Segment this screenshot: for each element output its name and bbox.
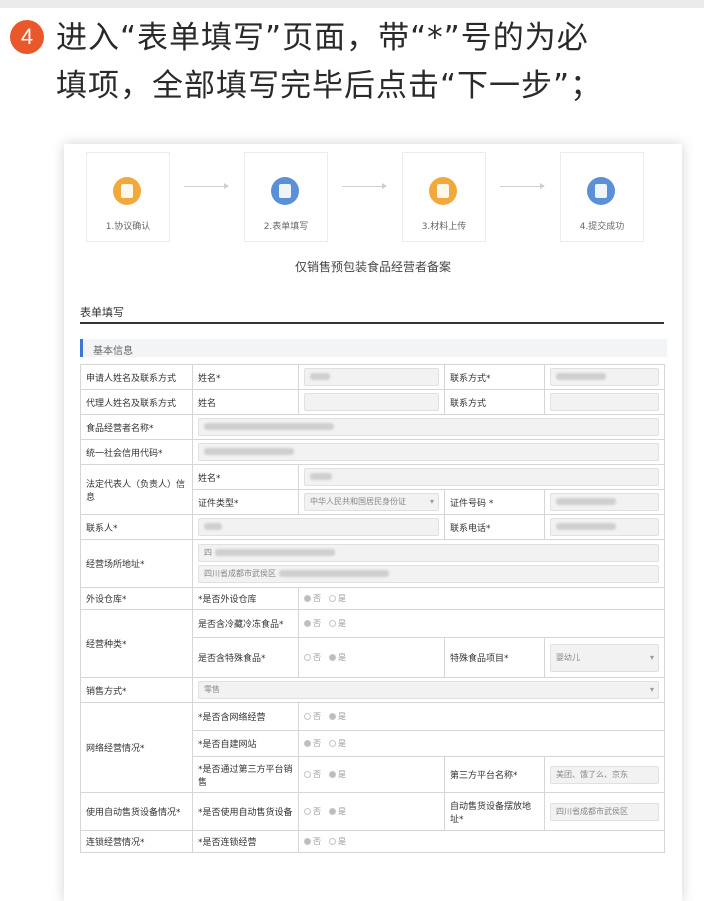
- applicant-name-input[interactable]: [304, 368, 439, 386]
- field-label: 特殊食品项目*: [444, 637, 545, 678]
- agent-contact-input[interactable]: [550, 393, 659, 411]
- third-party-name-input[interactable]: 美团、饿了么、京东: [550, 765, 659, 784]
- form-table: 申请人姓名及联系方式 姓名* 联系方式* 代理人姓名及联系方式 姓名 联系方式 …: [80, 364, 665, 853]
- field-label: 联系电话*: [444, 514, 545, 540]
- step-agreement[interactable]: 1.协议确认: [86, 152, 170, 242]
- own-site-radio[interactable]: 否 是: [304, 739, 346, 748]
- step-arrow: [500, 183, 545, 189]
- step-label: 1.协议确认: [105, 222, 151, 232]
- field-label: *是否自建网站: [192, 730, 299, 757]
- contact-phone-input[interactable]: [550, 518, 659, 536]
- step-number-badge: 4: [10, 20, 44, 54]
- step-submit[interactable]: 4.提交成功: [560, 152, 644, 242]
- row-label: 代理人姓名及联系方式: [80, 389, 193, 415]
- subsection-title: 基本信息: [93, 346, 133, 357]
- instruction-text: 进入“表单填写”页面，带“*”号的为必 填项，全部填写完毕后点击“下一步”；: [56, 14, 676, 110]
- section-title: 表单填写: [80, 306, 124, 319]
- contact-person-input[interactable]: [198, 518, 439, 536]
- row-label: 经营种类*: [80, 609, 193, 678]
- field-label: *是否连锁经营: [192, 830, 299, 853]
- vending-radio[interactable]: 否 是: [304, 807, 346, 816]
- field-label: *是否含网络经营: [192, 702, 299, 731]
- address-line-1-input[interactable]: 四: [198, 544, 659, 562]
- chain-radio[interactable]: 否 是: [304, 837, 346, 846]
- sale-mode-select[interactable]: 零售: [198, 681, 659, 699]
- field-label: 姓名*: [192, 464, 299, 490]
- special-food-radio[interactable]: 否 是: [304, 653, 346, 662]
- table-row: 使用自动售货设备情况* *是否使用自动售货设备 否 是 自动售货设备摆放地址* …: [80, 792, 665, 831]
- row-label: 联系人*: [80, 514, 193, 540]
- table-row: 联系人* 联系电话*: [80, 514, 665, 540]
- field-label: *是否使用自动售货设备: [192, 792, 299, 831]
- table-row: 食品经营者名称*: [80, 414, 665, 440]
- page-title: 仅销售预包装食品经营者备案: [294, 260, 451, 274]
- upload-icon: [429, 177, 457, 205]
- id-number-input[interactable]: [550, 493, 659, 511]
- applicant-contact-input[interactable]: [550, 368, 659, 386]
- top-bar: [0, 0, 704, 8]
- field-label: 证件号码 *: [444, 489, 545, 515]
- instruction-line-1: 进入“表单填写”页面，带“*”号的为必: [56, 20, 589, 56]
- row-label: 统一社会信用代码*: [80, 439, 193, 465]
- field-label: 是否含冷藏冷冻食品*: [192, 609, 299, 638]
- field-label: 证件类型*: [192, 489, 299, 515]
- step-form[interactable]: 2.表单填写: [244, 152, 328, 242]
- field-label: 自动售货设备摆放地址*: [444, 792, 545, 831]
- form-icon: [271, 177, 299, 205]
- table-row: 外设仓库* *是否外设仓库 否 是: [80, 587, 665, 610]
- operator-name-input[interactable]: [198, 418, 659, 436]
- form-screenshot: 1.协议确认 2.表单填写 3.材料上传 4.提交成功 仅销售预包装食品经营者备…: [64, 144, 682, 901]
- id-type-select[interactable]: 中华人民共和国居民身份证: [304, 493, 439, 511]
- cold-food-radio[interactable]: 否 是: [304, 619, 346, 628]
- address-line-2-input[interactable]: 四川省成都市武侯区: [198, 565, 659, 583]
- field-label: 是否含特殊食品*: [192, 637, 299, 678]
- third-party-radio[interactable]: 否 是: [304, 770, 346, 779]
- credit-code-input[interactable]: [198, 443, 659, 461]
- agreement-icon: [113, 177, 141, 205]
- instruction-line-2: 填项，全部填写完毕后点击“下一步”；: [56, 68, 603, 104]
- section-divider: [80, 322, 664, 324]
- table-row: 法定代表人（负责人）信息 姓名*: [80, 464, 665, 515]
- row-label: 法定代表人（负责人）信息: [80, 464, 193, 515]
- legal-rep-name-input[interactable]: [304, 468, 659, 486]
- field-label: 姓名*: [192, 364, 299, 390]
- progress-steps: 1.协议确认 2.表单填写 3.材料上传 4.提交成功: [64, 144, 682, 244]
- step-arrow: [184, 183, 229, 189]
- step-label: 4.提交成功: [579, 222, 625, 232]
- row-label: 连锁经营情况*: [80, 830, 193, 853]
- step-label: 3.材料上传: [421, 222, 467, 232]
- row-label: 使用自动售货设备情况*: [80, 792, 193, 831]
- special-item-select[interactable]: 婴幼儿: [550, 643, 659, 672]
- row-label: 经营场所地址*: [80, 539, 193, 588]
- table-row: 统一社会信用代码*: [80, 439, 665, 465]
- step-arrow: [342, 183, 387, 189]
- step-upload[interactable]: 3.材料上传: [402, 152, 486, 242]
- warehouse-radio[interactable]: 否 是: [304, 594, 346, 603]
- row-label: 食品经营者名称*: [80, 414, 193, 440]
- field-label: *是否外设仓库: [192, 587, 299, 610]
- row-label: 销售方式*: [80, 677, 193, 703]
- row-label: 申请人姓名及联系方式: [80, 364, 193, 390]
- field-label: 第三方平台名称*: [444, 756, 545, 793]
- field-label: *是否通过第三方平台销售: [192, 756, 299, 793]
- field-label: 联系方式*: [444, 364, 545, 390]
- field-label: 姓名: [192, 389, 299, 415]
- table-row: 网络经营情况* *是否含网络经营 否 是: [80, 702, 665, 793]
- step-label: 2.表单填写: [263, 222, 309, 232]
- table-row: 申请人姓名及联系方式 姓名* 联系方式*: [80, 364, 665, 390]
- vending-address-input[interactable]: 四川省成都市武侯区: [550, 802, 659, 821]
- online-radio[interactable]: 否 是: [304, 712, 346, 721]
- submit-icon: [587, 177, 615, 205]
- instruction-block: 4 进入“表单填写”页面，带“*”号的为必 填项，全部填写完毕后点击“下一步”；: [10, 14, 700, 110]
- table-row: 经营种类* 是否含冷藏冷冻食品* 否 是: [80, 609, 665, 678]
- table-row: 连锁经营情况* *是否连锁经营 否 是: [80, 830, 665, 853]
- row-label: 网络经营情况*: [80, 702, 193, 793]
- row-label: 外设仓库*: [80, 587, 193, 610]
- table-row: 经营场所地址* 四 四川省成都市武侯区: [80, 539, 665, 588]
- table-row: 销售方式* 零售: [80, 677, 665, 703]
- table-row: 代理人姓名及联系方式 姓名 联系方式: [80, 389, 665, 415]
- field-label: 联系方式: [444, 389, 545, 415]
- agent-name-input[interactable]: [304, 393, 439, 411]
- subsection-header: 基本信息: [80, 339, 667, 357]
